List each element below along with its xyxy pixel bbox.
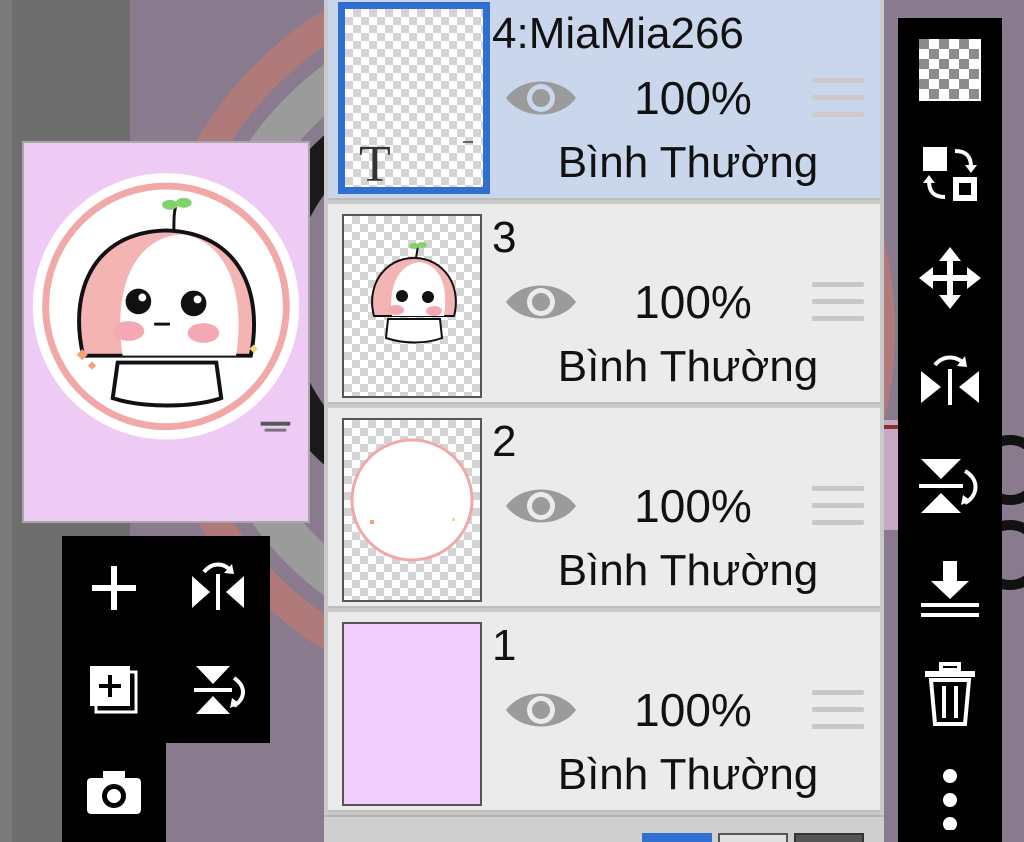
layer-name: 2 [492,417,517,466]
duplicate-layer-icon[interactable] [74,650,154,730]
layers-panel: T 4:MiaMia266 100% Bình Thường 3 100% Bì… [324,0,884,842]
visibility-eye-icon[interactable] [504,482,578,530]
transparency-icon[interactable] [910,30,990,110]
drag-handle-icon[interactable] [812,486,864,530]
drag-handle-icon[interactable] [812,282,864,326]
layer-opacity[interactable]: 100% [628,70,758,126]
trash-icon[interactable] [910,654,990,734]
layer-thumbnail[interactable]: T [338,2,490,194]
camera-icon[interactable] [74,752,154,832]
blend-mode[interactable]: Bình Thường [548,544,828,598]
blend-mode[interactable]: Bình Thường [548,748,828,802]
merge-down-icon[interactable] [910,550,990,630]
swatch-selected[interactable] [642,833,712,842]
right-toolbar [898,18,1002,842]
visibility-eye-icon[interactable] [504,686,578,734]
layer-row-2[interactable]: 2 100% Bình Thường [328,408,880,608]
move-icon[interactable] [910,238,990,318]
preview-artwork [24,143,308,521]
layer-name: 1 [492,621,517,670]
layer-row-1[interactable]: 1 100% Bình Thường [328,612,880,812]
text-layer-icon: T [359,136,391,187]
drag-handle-icon[interactable] [812,690,864,734]
layer-thumbnail[interactable] [342,418,482,602]
layer-name: 3 [492,213,517,262]
left-toolbar [62,536,270,842]
swatch-light[interactable] [718,833,788,842]
visibility-eye-icon[interactable] [504,74,578,122]
layer-row-4[interactable]: T 4:MiaMia266 100% Bình Thường [328,0,880,200]
layer-thumbnail[interactable] [342,622,482,806]
flip-vertical-icon[interactable] [910,446,990,526]
flip-vertical-icon[interactable] [178,650,258,730]
drag-handle-icon[interactable] [812,78,864,122]
blend-mode[interactable]: Bình Thường [548,340,828,394]
blend-mode[interactable]: Bình Thường [548,136,828,190]
layer-thumbnail[interactable] [342,214,482,398]
layer-name: 4:MiaMia266 [492,9,744,58]
add-layer-icon[interactable] [74,548,154,628]
layer-opacity[interactable]: 100% [628,274,758,330]
flip-horizontal-icon[interactable] [178,548,258,628]
flip-horizontal-icon[interactable] [910,342,990,422]
swap-layers-icon[interactable] [910,134,990,214]
more-icon[interactable] [910,758,990,838]
canvas-preview[interactable] [22,141,310,523]
swatch-dark[interactable] [794,833,864,842]
layer-row-3[interactable]: 3 100% Bình Thường [328,204,880,404]
blend-swatch-strip [324,815,884,842]
layer-opacity[interactable]: 100% [628,478,758,534]
layer-opacity[interactable]: 100% [628,682,758,738]
visibility-eye-icon[interactable] [504,278,578,326]
